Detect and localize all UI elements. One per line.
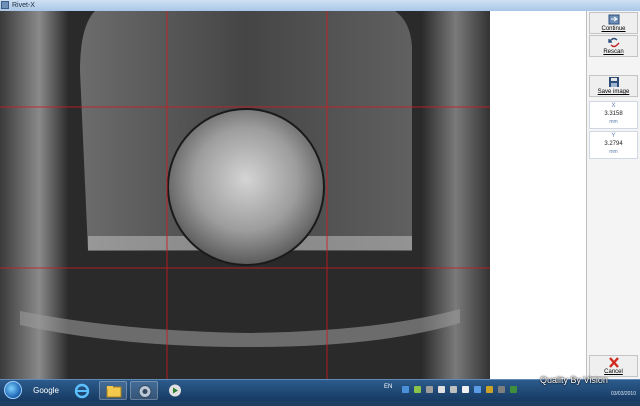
continue-icon (608, 14, 620, 25)
rescan-button[interactable]: Rescan (589, 35, 638, 57)
save-image-label: Save image (597, 89, 630, 95)
camera-viewport[interactable] (0, 11, 490, 379)
flag-icon[interactable] (462, 386, 469, 393)
usb-icon[interactable] (498, 386, 505, 393)
y-readout: Y 3.2794 mm (589, 131, 638, 159)
clock-date[interactable]: 03/03/2010 (611, 391, 636, 397)
control-panel: Continue Rescan Save image X 3.3158 mm Y… (586, 11, 640, 379)
security-icon[interactable] (414, 386, 421, 393)
blank-area (490, 11, 586, 379)
x-readout: X 3.3158 mm (589, 101, 638, 129)
x-axis-label: X (611, 103, 616, 109)
cancel-button[interactable]: Cancel (589, 355, 638, 377)
google-label: Google (33, 386, 59, 395)
y-value: 3.2794 (604, 141, 623, 147)
window-title: Rivet-X (12, 2, 35, 9)
x-unit: mm (609, 119, 618, 125)
continue-label: Continue (601, 26, 626, 32)
rivet-app-icon (138, 385, 152, 398)
folder-icon (106, 386, 122, 398)
taskbar-rivet-app[interactable] (130, 381, 158, 400)
update-icon[interactable] (486, 386, 493, 393)
browser-icon (74, 383, 90, 399)
x-value: 3.3158 (604, 111, 623, 117)
save-icon (609, 77, 619, 87)
display-icon[interactable] (474, 386, 481, 393)
taskbar-browser[interactable] (68, 381, 96, 400)
rescan-label: Rescan (603, 49, 624, 55)
sync-icon[interactable] (510, 386, 517, 393)
tray-icon[interactable] (426, 386, 433, 393)
watermark-text: Quality By Vision (540, 375, 608, 385)
y-axis-label: Y (611, 133, 616, 139)
y-unit: mm (609, 149, 618, 155)
volume-icon[interactable] (438, 386, 445, 393)
language-indicator[interactable]: EN (384, 384, 392, 390)
continue-button[interactable]: Continue (589, 12, 638, 34)
cancel-icon (609, 357, 619, 368)
camera-image (0, 11, 490, 379)
power-icon[interactable] (450, 386, 457, 393)
media-icon (169, 384, 181, 397)
taskbar-media[interactable] (161, 381, 189, 400)
start-button[interactable] (4, 381, 22, 399)
network-icon[interactable] (402, 386, 409, 393)
save-image-button[interactable]: Save image (589, 75, 638, 97)
taskbar-explorer[interactable] (99, 381, 127, 400)
taskbar-google[interactable]: Google (27, 381, 65, 400)
rescan-icon (608, 37, 620, 48)
app-icon (1, 1, 9, 9)
